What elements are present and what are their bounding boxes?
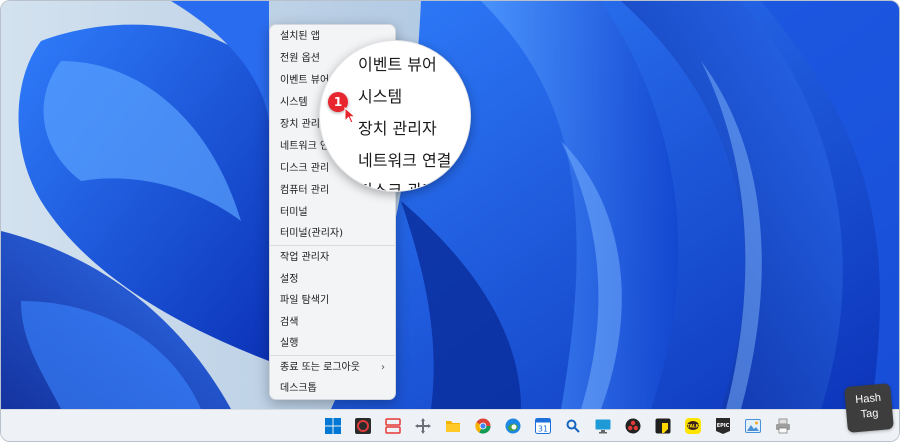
chevron-right-icon: › bbox=[381, 362, 385, 373]
snipping-tool-icon[interactable] bbox=[384, 417, 402, 435]
menu-item-task-manager[interactable]: 작업 관리자 bbox=[280, 248, 329, 268]
screenshot-frame: 설치된 앱 전원 옵션 이벤트 뷰어 시스템 장치 관리자 네트워크 연결 디스… bbox=[0, 0, 900, 442]
menu-item-event-viewer[interactable]: 이벤트 뷰어 bbox=[280, 71, 329, 91]
menu-item-desktop[interactable]: 데스크톱 bbox=[280, 379, 317, 399]
watermark-line-1: Hash bbox=[854, 391, 882, 407]
chrome-icon[interactable] bbox=[474, 417, 492, 435]
magnified-device-manager: 장치 관리자 bbox=[358, 119, 437, 138]
magnified-disk-management: 디스크 관리 bbox=[358, 181, 437, 192]
watermark-line-2: Tag bbox=[860, 407, 879, 421]
epic-label: EPIC bbox=[717, 423, 730, 429]
davinci-resolve-icon[interactable] bbox=[624, 417, 642, 435]
magnified-event-viewer: 이벤트 뷰어 bbox=[358, 55, 437, 74]
windows-start-icon[interactable] bbox=[324, 417, 342, 435]
desktop-wallpaper bbox=[1, 1, 899, 409]
calendar-icon[interactable]: 31 bbox=[534, 417, 552, 435]
menu-item-terminal[interactable]: 터미널 bbox=[280, 203, 308, 223]
hashtag-watermark-logo: Hash Tag bbox=[844, 383, 894, 433]
edge-icon[interactable] bbox=[504, 417, 522, 435]
wallpaper-bloom bbox=[1, 1, 899, 409]
calendar-day-label: 31 bbox=[538, 425, 548, 434]
menu-item-system[interactable]: 시스템 bbox=[280, 93, 308, 113]
sticky-notes-icon[interactable] bbox=[654, 417, 672, 435]
move-tool-icon[interactable] bbox=[414, 417, 432, 435]
menu-item-run[interactable]: 실행 bbox=[280, 334, 298, 354]
menu-item-shutdown-signout[interactable]: 종료 또는 로그아웃 bbox=[280, 358, 360, 378]
printer-icon[interactable] bbox=[774, 417, 792, 435]
monitor-icon[interactable] bbox=[594, 417, 612, 435]
menu-item-disk-management[interactable]: 디스크 관리 bbox=[280, 159, 329, 179]
menu-item-terminal-admin[interactable]: 터미널(관리자) bbox=[280, 224, 343, 244]
epic-games-icon[interactable]: EPIC bbox=[714, 417, 732, 435]
magnified-system: 시스템 bbox=[358, 87, 403, 106]
obs-studio-icon[interactable] bbox=[354, 417, 372, 435]
kakaotalk-label: TALK bbox=[687, 424, 700, 430]
photos-icon[interactable] bbox=[744, 417, 762, 435]
menu-item-search[interactable]: 검색 bbox=[280, 313, 298, 333]
magnifier-callout: 이벤트 뷰어 시스템 장치 관리자 네트워크 연결 디스크 관리 bbox=[319, 40, 471, 192]
menu-divider bbox=[270, 355, 395, 356]
search-icon[interactable] bbox=[564, 417, 582, 435]
menu-item-settings[interactable]: 설정 bbox=[280, 270, 298, 290]
menu-item-power-options[interactable]: 전원 옵션 bbox=[280, 49, 320, 69]
taskbar: 31 TALK EPIC bbox=[1, 409, 899, 441]
menu-item-computer-management[interactable]: 컴퓨터 관리 bbox=[280, 181, 329, 201]
kakaotalk-icon[interactable]: TALK bbox=[684, 417, 702, 435]
menu-item-file-explorer[interactable]: 파일 탐색기 bbox=[280, 291, 329, 311]
mouse-cursor-icon bbox=[344, 107, 357, 124]
magnified-network-connections: 네트워크 연결 bbox=[358, 151, 452, 170]
menu-item-installed-apps[interactable]: 설치된 앱 bbox=[280, 27, 320, 47]
menu-divider bbox=[270, 245, 395, 246]
file-explorer-icon[interactable] bbox=[444, 417, 462, 435]
